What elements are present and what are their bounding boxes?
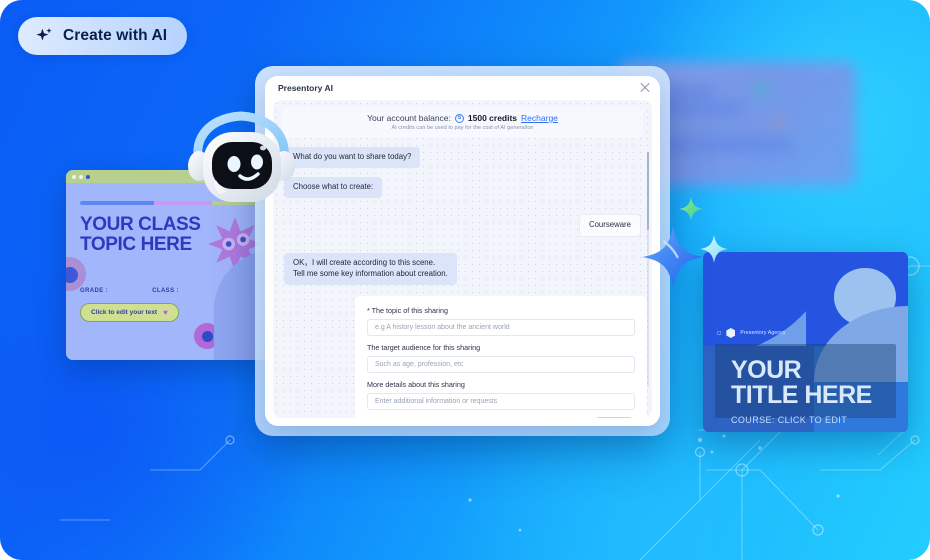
chat-row: OK，I will create according to this scene…	[273, 252, 652, 285]
chat-row: What do you want to share today?	[273, 147, 652, 168]
chat-row: Courseware	[273, 213, 652, 237]
heart-icon: ♥	[163, 308, 168, 318]
edit-text-pill[interactable]: Click to edit your text ♥	[80, 303, 179, 323]
window-dot	[86, 174, 90, 179]
slide-right-title-line1: YOUR	[731, 356, 802, 384]
window-dot	[72, 174, 76, 179]
star-blue-large-icon	[642, 226, 704, 288]
slide-right-title-line2: TITLE HERE	[731, 380, 872, 409]
slide-right-overlay: YOUR TITLE HERE COURSE: CLICK TO EDIT	[715, 344, 896, 425]
brand-name: Presentory Agency	[740, 330, 786, 336]
grade-label: GRADE :	[80, 288, 109, 295]
slide-right-brand: ◻ Presentory Agency	[717, 328, 786, 338]
edit-pill-label: Click to edit your text	[91, 309, 158, 317]
form-field-topic: * The topic of this sharing e.g A histor…	[367, 306, 635, 336]
field-label: * The topic of this sharing	[367, 305, 448, 315]
recharge-link[interactable]: Recharge	[521, 113, 558, 123]
sparkle-icon	[36, 28, 52, 41]
chat-bubble-ai: OK，I will create according to this scene…	[284, 252, 457, 285]
chat-bubble-ai: What do you want to share today?	[284, 147, 421, 168]
brand-mark: ◻	[717, 330, 722, 336]
balance-amount: 1500 credits	[467, 113, 518, 123]
send-button[interactable]: Send	[592, 416, 635, 418]
class-label: CLASS :	[152, 288, 179, 295]
balance-label: Your account balance:	[367, 113, 451, 123]
topic-input[interactable]: e.g A history lesson about the ancient w…	[367, 318, 635, 336]
field-label: More details about this sharing	[367, 379, 465, 389]
badge-label: Create with AI	[63, 27, 168, 44]
star-green-small-icon	[678, 196, 704, 222]
chat-scrollbar-thumb[interactable]	[647, 152, 649, 230]
credit-coin-icon: S	[454, 113, 464, 123]
form-field-audience: The target audience for this sharing Suc…	[367, 343, 635, 373]
audience-input[interactable]: Such as age, profession, etc	[367, 355, 635, 373]
decorative-eye-bottom-inner	[202, 331, 213, 342]
field-label: The target audience for this sharing	[367, 342, 481, 352]
ai-robot-mascot	[188, 111, 295, 202]
details-input[interactable]: Enter additional information or requests	[367, 392, 635, 410]
create-with-ai-badge[interactable]: Create with AI	[18, 17, 188, 55]
star-cyan-small-icon	[700, 235, 728, 263]
balance-line: Your account balance: S 1500 credits Rec…	[282, 113, 643, 123]
creation-form-panel: * The topic of this sharing e.g A histor…	[355, 295, 647, 418]
account-balance-banner: Your account balance: S 1500 credits Rec…	[282, 107, 643, 138]
form-field-details: More details about this sharing Enter ad…	[367, 380, 635, 410]
slide-right-subtitle: COURSE: CLICK TO EDIT	[731, 415, 848, 425]
close-icon[interactable]	[639, 82, 651, 94]
balance-note: AI credits can be used to pay for the co…	[391, 125, 534, 131]
hexagon-logo-icon	[726, 328, 736, 338]
chat-bubble-user-courseware[interactable]: Courseware	[578, 213, 641, 237]
chat-scroll-area[interactable]: Your account balance: S 1500 credits Rec…	[273, 100, 652, 418]
screenshot-root: Create with AI YOUR CLASS TOPIC HERE GRA…	[0, 0, 930, 560]
window-dot	[79, 174, 83, 179]
dialog-title: Presentory AI	[278, 83, 333, 93]
send-row: Send	[367, 416, 635, 418]
presentory-ai-dialog: Presentory AI Your account balance: S 15…	[265, 76, 660, 426]
chat-row: Choose what to create:	[273, 176, 652, 198]
slide-card-title-here[interactable]: ◻ Presentory Agency YOUR TITLE HERE COUR…	[703, 252, 908, 432]
dialog-titlebar: Presentory AI	[265, 76, 660, 100]
